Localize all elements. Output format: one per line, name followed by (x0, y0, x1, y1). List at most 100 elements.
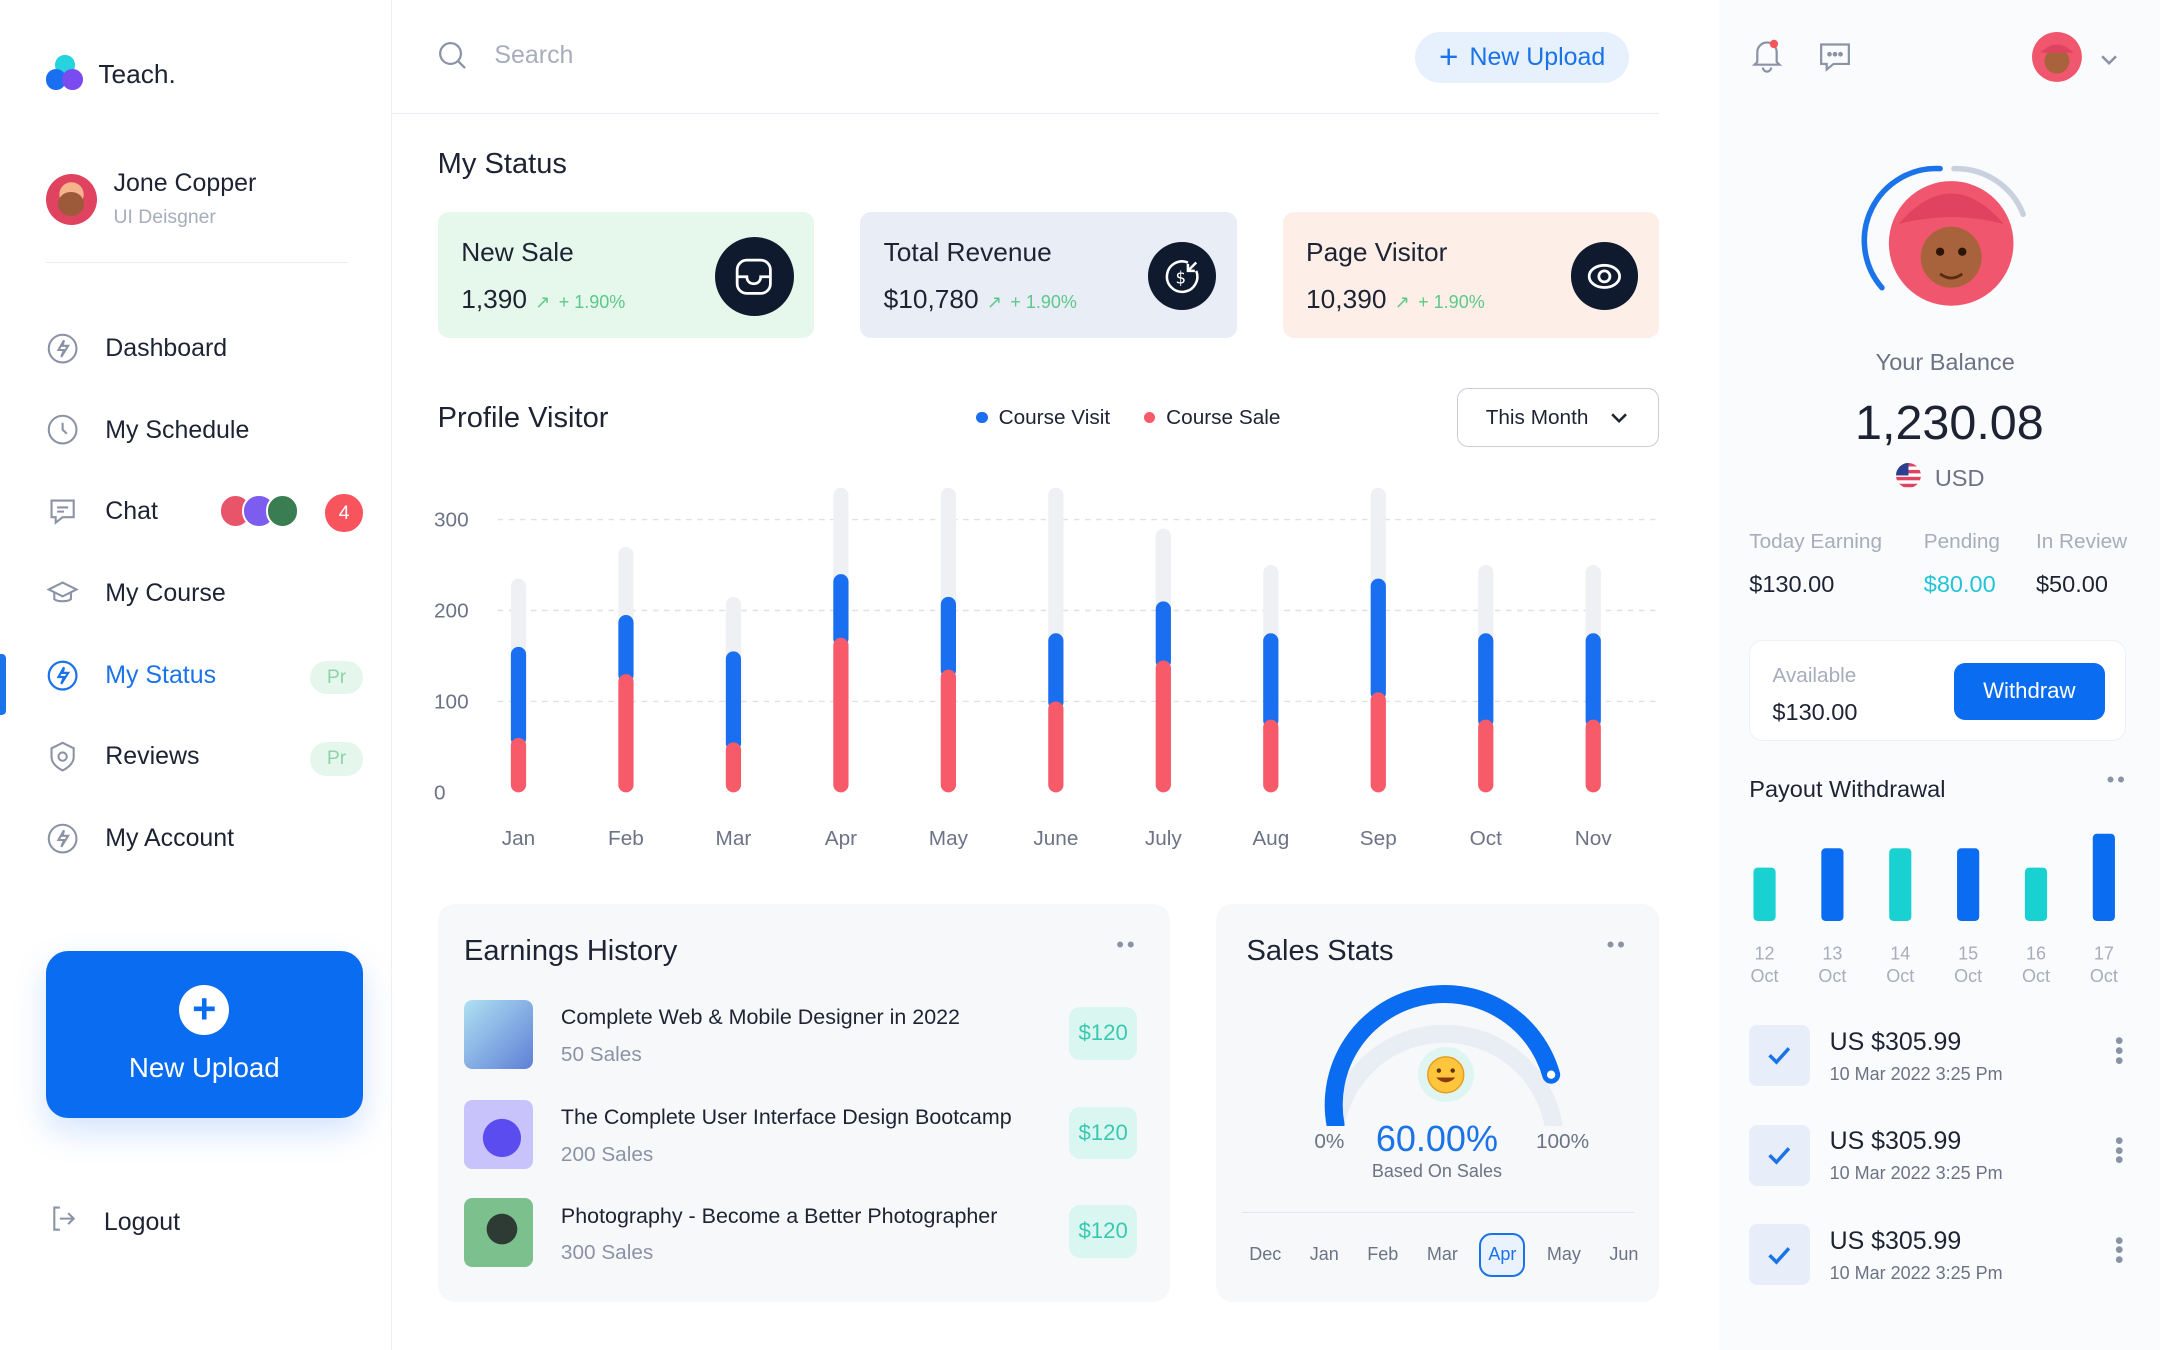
us-flag-icon (1896, 462, 1921, 494)
sidebar-item-label: My Course (105, 578, 226, 607)
plus-icon: + (1438, 38, 1459, 76)
logo-icon (45, 55, 85, 94)
transaction-item[interactable]: US $305.99 10 Mar 2022 3:25 Pm • • • (1749, 1124, 2144, 1191)
chevron-down-icon[interactable] (2098, 48, 2120, 76)
svg-text:$: $ (1175, 268, 1186, 287)
legend-dot (976, 412, 988, 424)
x-tick-label: Feb (608, 827, 644, 850)
profile-visitor-title: Profile Visitor (437, 401, 609, 434)
course-thumbnail (463, 1198, 534, 1268)
course-price: $120 (1069, 1204, 1138, 1258)
sidebar-item-label: My Schedule (105, 415, 250, 444)
total-revenue-card[interactable]: Total Revenue $10,780 ↗ + 1.90% $ (860, 211, 1237, 338)
page-visitor-card[interactable]: Page Visitor 10,390 ↗ + 1.90% (1282, 211, 1660, 338)
check-icon (1749, 1224, 1811, 1286)
sidebar-item-chat[interactable]: Chat 4 (0, 471, 392, 553)
month-option[interactable]: Jan (1303, 1235, 1346, 1275)
payout-chart: 12Oct13Oct14Oct15Oct16Oct17Oct (1750, 833, 2118, 986)
transaction-amount: US $305.99 (1829, 1127, 1962, 1156)
sidebar-item-label: Dashboard (105, 333, 228, 362)
new-upload-label: New Upload (1469, 42, 1606, 71)
more-vertical-icon[interactable]: • • • (2115, 1029, 2124, 1073)
trend-up-icon: ↗ (986, 292, 1003, 313)
brand-name: Teach. (98, 59, 176, 90)
messages-icon[interactable] (1817, 39, 1853, 81)
payout-bar (1889, 848, 1912, 922)
search-input[interactable]: Search (436, 39, 573, 72)
available-label: Available (1772, 664, 1857, 688)
sidebar-item-reviews[interactable]: Reviews Pr (0, 716, 392, 798)
stat-value: 10,390 (1306, 284, 1387, 315)
user-profile[interactable]: Jone Copper UI Deisgner (45, 169, 256, 229)
transaction-item[interactable]: US $305.99 10 Mar 2022 3:25 Pm • • • (1749, 1224, 2144, 1290)
gauge-value: 60.00% (1375, 1117, 1498, 1159)
y-tick-label: 100 (434, 690, 469, 713)
more-icon[interactable]: •• (2107, 767, 2128, 793)
payout-bar (2024, 867, 2048, 922)
sidebar-item-dashboard[interactable]: Dashboard (0, 307, 392, 389)
sidebar-item-my-account[interactable]: My Account (0, 798, 392, 880)
list-item[interactable]: The Complete User Interface Design Bootc… (463, 1099, 1138, 1172)
chevron-down-icon (1611, 413, 1628, 424)
earnings-history-card: Earnings History •• Complete Web & Mobil… (437, 904, 1171, 1302)
pro-badge: Pr (310, 660, 363, 694)
month-option[interactable]: Apr (1479, 1232, 1526, 1277)
sidebar-item-my-schedule[interactable]: My Schedule (0, 389, 392, 471)
more-icon[interactable]: •• (1116, 932, 1137, 958)
logout-label: Logout (103, 1207, 181, 1236)
course-name: The Complete User Interface Design Bootc… (560, 1105, 1012, 1130)
bar-course-sale (832, 637, 849, 793)
course-price: $120 (1069, 1006, 1138, 1060)
x-tick-label: Apr (824, 827, 856, 850)
transaction-amount: US $305.99 (1829, 1027, 1962, 1056)
stat-value: 1,390 (461, 284, 527, 315)
month-option[interactable]: Mar (1420, 1235, 1465, 1275)
transaction-date: 10 Mar 2022 3:25 Pm (1829, 1163, 2003, 1184)
logout-button[interactable]: Logout (46, 1202, 180, 1242)
transaction-amount: US $305.99 (1829, 1227, 1962, 1256)
avatar (45, 173, 97, 225)
bar-course-sale (617, 673, 634, 793)
transaction-item[interactable]: US $305.99 10 Mar 2022 3:25 Pm • • • (1749, 1024, 2144, 1091)
mini-stat-label: Pending (1923, 530, 2000, 554)
chat-icon (46, 494, 81, 529)
new-sale-card[interactable]: New Sale 1,390 ↗ + 1.90% (437, 211, 815, 338)
notification-bell-icon[interactable] (1749, 37, 1785, 79)
divider (45, 261, 348, 264)
course-name: Complete Web & Mobile Designer in 2022 (560, 1005, 960, 1030)
divider (1242, 1211, 1635, 1214)
month-option[interactable]: Jun (1602, 1235, 1645, 1275)
month-option[interactable]: Feb (1360, 1235, 1405, 1275)
legend-dot (1144, 412, 1156, 424)
x-tick-label: June (1033, 827, 1078, 850)
trend-up-icon: ↗ (1394, 292, 1410, 313)
list-item[interactable]: Complete Web & Mobile Designer in 2022 5… (463, 999, 1138, 1072)
sidebar-new-upload-button[interactable]: + New Upload (45, 951, 363, 1118)
legend-label: Course Visit (998, 405, 1111, 429)
sidebar-item-my-course[interactable]: My Course (0, 553, 392, 635)
avatar[interactable] (2031, 31, 2082, 82)
range-select[interactable]: This Month (1457, 387, 1660, 448)
status-icon (46, 658, 81, 693)
sidebar-item-label: My Account (105, 824, 235, 853)
gauge-knob (1544, 1068, 1559, 1083)
brand-logo[interactable]: Teach. (45, 55, 176, 94)
month-option[interactable]: Dec (1242, 1235, 1288, 1275)
profile-avatar-large (1857, 152, 2037, 332)
stat-change: + 1.90% (558, 292, 626, 313)
balance-value: 1,230.08 (1855, 395, 2044, 450)
more-vertical-icon[interactable]: • • • (2115, 1228, 2124, 1272)
new-upload-button[interactable]: + New Upload (1415, 31, 1629, 84)
sidebar-item-my-status[interactable]: My Status Pr (0, 634, 392, 716)
stat-change: + 1.90% (1418, 292, 1485, 313)
payout-month-label: Oct (1750, 966, 1778, 986)
month-option[interactable]: May (1540, 1235, 1588, 1275)
more-vertical-icon[interactable]: • • • (2115, 1129, 2124, 1173)
list-item[interactable]: Photography - Become a Better Photograph… (463, 1198, 1138, 1270)
x-tick-label: Aug (1252, 827, 1289, 850)
bar-course-visit (940, 596, 956, 678)
eye-icon (1570, 242, 1639, 311)
payout-day-label: 12 (1754, 944, 1774, 964)
withdraw-button[interactable]: Withdraw (1953, 663, 2105, 720)
bar-course-sale (1585, 719, 1601, 793)
